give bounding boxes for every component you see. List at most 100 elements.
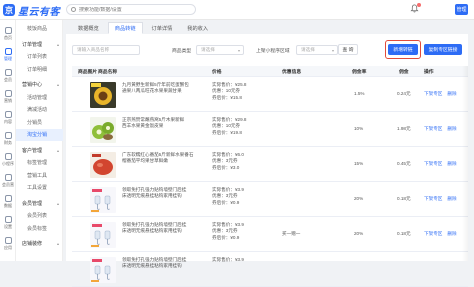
tab-3[interactable]: 我的收入 — [181, 22, 215, 34]
add-link-button[interactable]: 新增转链 — [388, 44, 418, 55]
copy-zone-link-button[interactable]: 复制专区链接 — [424, 44, 462, 55]
sidebar-item[interactable]: 工具设置 — [16, 182, 63, 194]
rail-item-1[interactable]: 管理 — [0, 45, 16, 64]
price-info: 实际售价：¥6.0 优惠：3元券 券后价：¥3.0 — [212, 152, 244, 171]
sidebar-item[interactable]: 会员标签 — [16, 222, 63, 234]
table-row: 广东软糯红心番茄5斤新鲜水果番石 榴番茄平均果甘草鲜嫩 实际售价：¥6.0 优惠：3元… — [72, 148, 468, 182]
product-image[interactable] — [90, 152, 116, 178]
rail-item-3[interactable]: 营销 — [0, 87, 16, 106]
price-line: 券后价：¥15.8 — [212, 94, 242, 100]
column-header: 佣金 — [399, 70, 409, 75]
area-select[interactable]: 请选择 ▾ — [296, 45, 338, 55]
sidebar-item[interactable]: 标签管理 — [16, 157, 63, 169]
rail-item-7[interactable]: 会员营 — [0, 171, 16, 190]
app-logo[interactable]: 京 星云有客 — [3, 3, 60, 18]
table-header: 商品图片 商品名称 价格 优惠信息 佣金率 佣金 操作 — [72, 66, 468, 77]
avatar[interactable]: 管理 — [455, 4, 468, 15]
type-select[interactable]: 请选择 ▾ — [196, 45, 244, 55]
row-actions: 下架专区 删除 — [424, 231, 457, 237]
top-bar: 京 星云有客 管理 — [0, 0, 474, 20]
sidebar-group-title: 客户管理 — [22, 147, 43, 154]
delete-link[interactable]: 删除 — [447, 91, 456, 96]
table-row: 领取免打孔强力贴钩墙壁门后挂 床透明无痕悬挂粘钩家用挂钩 实际售价：¥3.9 优惠：3… — [72, 183, 468, 217]
sidebar-group[interactable]: 订单管理 ▴ — [16, 38, 63, 50]
product-image[interactable] — [90, 82, 116, 108]
rail-label: 会员 — [4, 76, 12, 82]
price-info: 实际售价：¥3.9 优惠：3元券 券后价：¥0.9 — [212, 187, 244, 206]
sidebar-item[interactable]: 活动管理 — [16, 91, 63, 103]
sidebar-item[interactable]: 满减活动 — [16, 104, 63, 116]
column-header: 商品名称 — [98, 70, 118, 75]
price-line: 实际售价：¥3.9 — [212, 257, 244, 262]
commission-rate: 20% — [354, 196, 364, 201]
gear-icon — [4, 215, 12, 223]
global-search-input[interactable] — [79, 6, 189, 13]
chevron-up-icon: ▴ — [56, 147, 59, 153]
notification-badge — [417, 3, 421, 7]
rail-item-10[interactable]: 应用 — [0, 234, 16, 253]
rail-item-2[interactable]: 会员 — [0, 66, 16, 85]
rail-item-4[interactable]: 内容 — [0, 108, 16, 127]
sidebar-group[interactable]: 营销中心 ▴ — [16, 79, 63, 91]
row-actions: 下架专区 删除 — [424, 91, 457, 97]
sidebar-group[interactable]: 客户管理 ▴ — [16, 144, 63, 156]
logo-mark: 京 — [3, 4, 15, 16]
sidebar-item[interactable]: 订单列表 — [16, 51, 63, 63]
delete-link[interactable]: 删除 — [447, 196, 456, 201]
global-search[interactable] — [66, 4, 196, 15]
sidebar-item[interactable]: 订单明细 — [16, 63, 63, 75]
sidebar-item[interactable]: 分销员 — [16, 116, 63, 128]
rail-label: 首页 — [4, 34, 12, 40]
delete-link[interactable]: 删除 — [447, 231, 456, 236]
delete-link[interactable]: 删除 — [447, 126, 456, 131]
chevron-down-icon: ▾ — [237, 47, 240, 53]
chevron-up-icon: ▴ — [56, 41, 59, 47]
sidebar-item[interactable]: 淘宝分销 — [16, 128, 63, 141]
tab-2[interactable]: 订单详情 — [145, 22, 179, 34]
commission-rate: 15% — [354, 161, 364, 166]
rail-item-6[interactable]: 小程序 — [0, 150, 16, 169]
price-line: 券后价：¥0.9 — [212, 234, 240, 240]
keyword-input-placeholder: 请输入商品名称 — [77, 47, 110, 52]
sidebar-group[interactable]: 会员管理 ▴ — [16, 197, 63, 209]
rail-item-5[interactable]: 财务 — [0, 129, 16, 148]
search-icon — [71, 7, 76, 12]
tab-0[interactable]: 数据概览 — [72, 22, 105, 34]
remove-from-zone-link[interactable]: 下架专区 — [424, 231, 442, 236]
tab-1[interactable]: 商品转链 — [107, 22, 143, 34]
rail-item-8[interactable]: 数据 — [0, 192, 16, 211]
search-button[interactable]: 查 询 — [338, 44, 358, 55]
sidebar-item[interactable]: 营销工具 — [16, 169, 63, 181]
remove-from-zone-link[interactable]: 下架专区 — [424, 91, 442, 96]
sidebar-group[interactable]: 店铺装修 ▴ — [16, 238, 63, 250]
area-select-placeholder: 请选择 — [301, 47, 315, 52]
home-icon — [4, 26, 12, 34]
product-image[interactable] — [90, 222, 116, 248]
table-row: 正宗燕赞常蘸燕窝5斤木果新鲜 西羊水果黄金饭皮果 实际售价：¥29.8 优惠：10元券… — [72, 113, 468, 147]
row-actions: 下架专区 删除 — [424, 161, 457, 167]
price-info: 实际售价：¥3.9 — [212, 257, 244, 263]
wallet-icon — [4, 131, 12, 139]
commission-amount: 0.18元 — [397, 231, 411, 236]
remove-from-zone-link[interactable]: 下架专区 — [424, 196, 442, 201]
rail-item-9[interactable]: 设置 — [0, 213, 16, 232]
price-line: 券后价：¥3.0 — [212, 164, 240, 170]
commission-amount: 0.24元 — [397, 91, 411, 96]
product-image[interactable] — [90, 187, 116, 213]
shop-icon — [4, 47, 12, 55]
rail-label: 数据 — [4, 202, 12, 208]
rail-label: 营销 — [4, 97, 12, 103]
product-image[interactable] — [90, 117, 116, 143]
chevron-up-icon: ▴ — [56, 241, 59, 246]
sidebar: 枝饭商品订单管理 ▴ 订单列表 订单明细营销中心 ▴ 活动管理 满减活动 分销员 淘宝分销客户管… — [16, 20, 63, 261]
remove-from-zone-link[interactable]: 下架专区 — [424, 126, 442, 131]
column-header: 佣金率 — [352, 70, 367, 75]
column-header: 商品图片 — [78, 70, 98, 75]
delete-link[interactable]: 删除 — [447, 161, 456, 166]
rail-item-0[interactable]: 首页 — [0, 24, 16, 43]
sidebar-item[interactable]: 会员列表 — [16, 210, 63, 222]
keyword-input[interactable]: 请输入商品名称 — [72, 45, 140, 55]
remove-from-zone-link[interactable]: 下架专区 — [424, 161, 442, 166]
rail-label: 应用 — [4, 244, 12, 250]
sidebar-item[interactable]: 枝饭商品 — [16, 22, 63, 34]
